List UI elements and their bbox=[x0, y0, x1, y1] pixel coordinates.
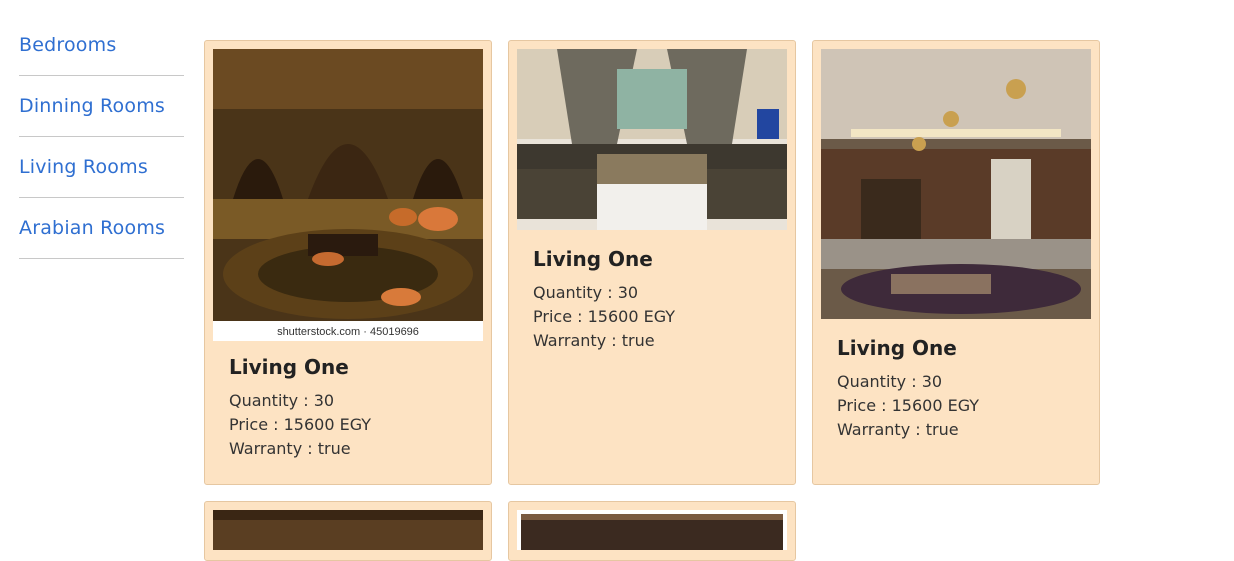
product-warranty: Warranty : true bbox=[533, 331, 655, 350]
category-sidebar: Bedrooms Dinning Rooms Living Rooms Arab… bbox=[19, 15, 184, 259]
product-card[interactable] bbox=[508, 501, 796, 561]
product-image bbox=[213, 510, 483, 550]
product-price: Price : 15600 EGY bbox=[837, 396, 980, 415]
product-card[interactable] bbox=[204, 501, 492, 561]
product-price: Price : 15600 EGY bbox=[229, 415, 372, 434]
sidebar-item-arabian-rooms[interactable]: Arabian Rooms bbox=[19, 198, 184, 259]
product-quantity: Quantity : 30 bbox=[533, 283, 639, 302]
product-image: shutterstock.com · 45019696 bbox=[213, 49, 483, 341]
product-price: Price : 15600 EGY bbox=[533, 307, 676, 326]
product-image bbox=[821, 49, 1091, 319]
product-title: Living One bbox=[837, 336, 957, 360]
sidebar-item-living-rooms[interactable]: Living Rooms bbox=[19, 137, 184, 198]
product-title: Living One bbox=[533, 247, 653, 271]
product-warranty: Warranty : true bbox=[229, 439, 351, 458]
product-info: Living One Quantity : 30 Price : 15600 E… bbox=[533, 247, 675, 353]
product-title: Living One bbox=[229, 355, 349, 379]
product-info: Living One Quantity : 30 Price : 15600 E… bbox=[229, 355, 371, 461]
product-info: Living One Quantity : 30 Price : 15600 E… bbox=[837, 336, 979, 442]
product-image bbox=[517, 510, 787, 550]
product-image bbox=[517, 49, 787, 230]
image-caption: shutterstock.com · 45019696 bbox=[277, 326, 419, 338]
product-quantity: Quantity : 30 bbox=[229, 391, 335, 410]
product-quantity: Quantity : 30 bbox=[837, 372, 943, 391]
sidebar-item-dinning-rooms[interactable]: Dinning Rooms bbox=[19, 76, 184, 137]
sidebar-item-bedrooms[interactable]: Bedrooms bbox=[19, 15, 184, 76]
product-warranty: Warranty : true bbox=[837, 420, 959, 439]
product-card[interactable]: Living One Quantity : 30 Price : 15600 E… bbox=[812, 40, 1100, 485]
product-card[interactable]: shutterstock.com · 45019696 Living One Q… bbox=[204, 40, 492, 485]
product-card[interactable]: Living One Quantity : 30 Price : 15600 E… bbox=[508, 40, 796, 485]
